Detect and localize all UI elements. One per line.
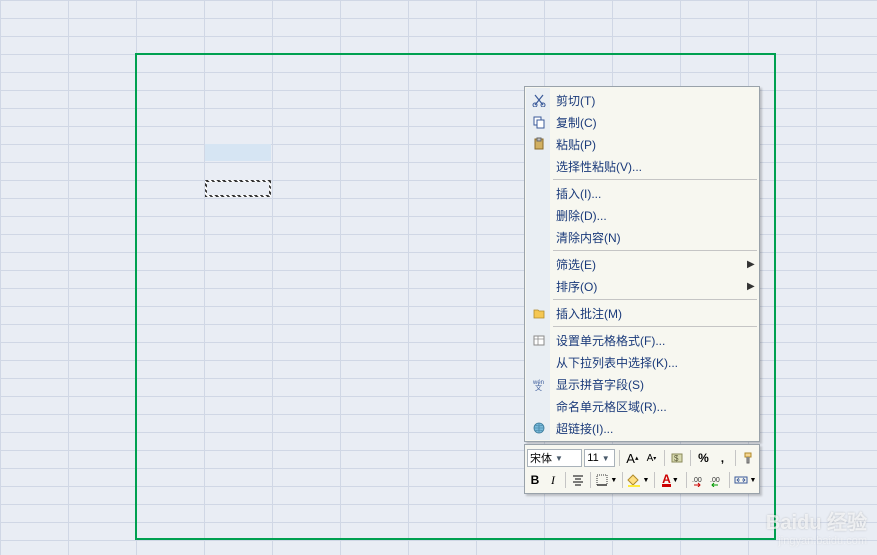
hyperlink-icon	[530, 420, 548, 436]
menu-cut[interactable]: 剪切(T)	[525, 89, 759, 111]
menu-insert-comment[interactable]: 插入批注(M)	[525, 302, 759, 324]
increase-decimal-button[interactable]: .00	[709, 471, 725, 489]
scissors-icon	[530, 92, 548, 108]
decrease-decimal-button[interactable]: .00	[691, 471, 707, 489]
svg-text:$: $	[674, 454, 679, 463]
svg-text:.00: .00	[692, 477, 702, 484]
blank-icon	[530, 229, 548, 245]
italic-button[interactable]: I	[545, 471, 561, 489]
menu-separator	[553, 250, 757, 251]
submenu-arrow-icon: ▶	[747, 281, 755, 292]
menu-label: 粘贴(P)	[556, 136, 755, 153]
font-color-button[interactable]: A ▼	[659, 471, 682, 489]
menu-hyperlink[interactable]: 超链接(I)...	[525, 417, 759, 439]
shrink-font-button[interactable]: A▾	[643, 449, 660, 467]
format-painter-button[interactable]	[740, 449, 757, 467]
comma-button[interactable]: ,	[714, 449, 731, 467]
menu-separator	[553, 179, 757, 180]
menu-clear[interactable]: 清除内容(N)	[525, 226, 759, 248]
menu-label: 选择性粘贴(V)...	[556, 158, 755, 175]
menu-separator	[553, 299, 757, 300]
mini-toolbar: 宋体 ▼ 11 ▼ A▴ A▾ $ % , B I ▼	[524, 444, 760, 494]
percent-button[interactable]: %	[695, 449, 712, 467]
font-size-value: 11	[587, 452, 598, 464]
menu-label: 清除内容(N)	[556, 229, 755, 246]
menu-label: 设置单元格格式(F)...	[556, 332, 755, 349]
font-size-combo[interactable]: 11 ▼	[584, 449, 615, 467]
menu-pick-from-list[interactable]: 从下拉列表中选择(K)...	[525, 351, 759, 373]
blank-icon	[530, 158, 548, 174]
menu-label: 超链接(I)...	[556, 420, 755, 437]
menu-filter[interactable]: 筛选(E) ▶	[525, 253, 759, 275]
menu-label: 显示拼音字段(S)	[556, 376, 755, 393]
menu-label: 剪切(T)	[556, 92, 755, 109]
folder-icon	[530, 305, 548, 321]
copy-icon	[530, 114, 548, 130]
highlighted-cell	[205, 144, 271, 161]
blank-icon	[530, 256, 548, 272]
dropdown-caret-icon: ▼	[602, 454, 610, 463]
blank-icon	[530, 398, 548, 414]
font-name-combo[interactable]: 宋体 ▼	[527, 449, 582, 467]
active-cell-marquee	[205, 180, 271, 197]
menu-separator	[553, 326, 757, 327]
fill-color-button[interactable]: ▼	[627, 471, 650, 489]
menu-label: 筛选(E)	[556, 256, 747, 273]
menu-phonetic[interactable]: wén文 显示拼音字段(S)	[525, 373, 759, 395]
menu-label: 命名单元格区域(R)...	[556, 398, 755, 415]
blank-icon	[530, 185, 548, 201]
svg-text:.00: .00	[710, 477, 720, 484]
phonetic-icon: wén文	[530, 376, 548, 392]
menu-label: 复制(C)	[556, 114, 755, 131]
svg-text:文: 文	[535, 383, 542, 391]
menu-name-range[interactable]: 命名单元格区域(R)...	[525, 395, 759, 417]
accounting-format-button[interactable]: $	[669, 449, 686, 467]
dropdown-caret-icon: ▼	[555, 454, 563, 463]
menu-label: 插入(I)...	[556, 185, 755, 202]
menu-label: 删除(D)...	[556, 207, 755, 224]
submenu-arrow-icon: ▶	[747, 259, 755, 270]
format-icon	[530, 332, 548, 348]
blank-icon	[530, 354, 548, 370]
menu-copy[interactable]: 复制(C)	[525, 111, 759, 133]
menu-label: 排序(O)	[556, 278, 747, 295]
menu-paste[interactable]: 粘贴(P)	[525, 133, 759, 155]
menu-label: 插入批注(M)	[556, 305, 755, 322]
menu-format-cells[interactable]: 设置单元格格式(F)...	[525, 329, 759, 351]
bold-button[interactable]: B	[527, 471, 543, 489]
merge-center-button[interactable]: ▼	[734, 471, 757, 489]
menu-delete[interactable]: 删除(D)...	[525, 204, 759, 226]
blank-icon	[530, 278, 548, 294]
align-center-button[interactable]	[570, 471, 586, 489]
menu-paste-special[interactable]: 选择性粘贴(V)...	[525, 155, 759, 177]
grow-font-button[interactable]: A▴	[624, 449, 641, 467]
menu-label: 从下拉列表中选择(K)...	[556, 354, 755, 371]
menu-insert[interactable]: 插入(I)...	[525, 182, 759, 204]
menu-sort[interactable]: 排序(O) ▶	[525, 275, 759, 297]
blank-icon	[530, 207, 548, 223]
paste-icon	[530, 136, 548, 152]
borders-button[interactable]: ▼	[595, 471, 618, 489]
font-name-value: 宋体	[530, 450, 552, 466]
context-menu: 剪切(T) 复制(C) 粘贴(P) 选择性粘贴(V)... 插入(I)... 删…	[524, 86, 760, 442]
